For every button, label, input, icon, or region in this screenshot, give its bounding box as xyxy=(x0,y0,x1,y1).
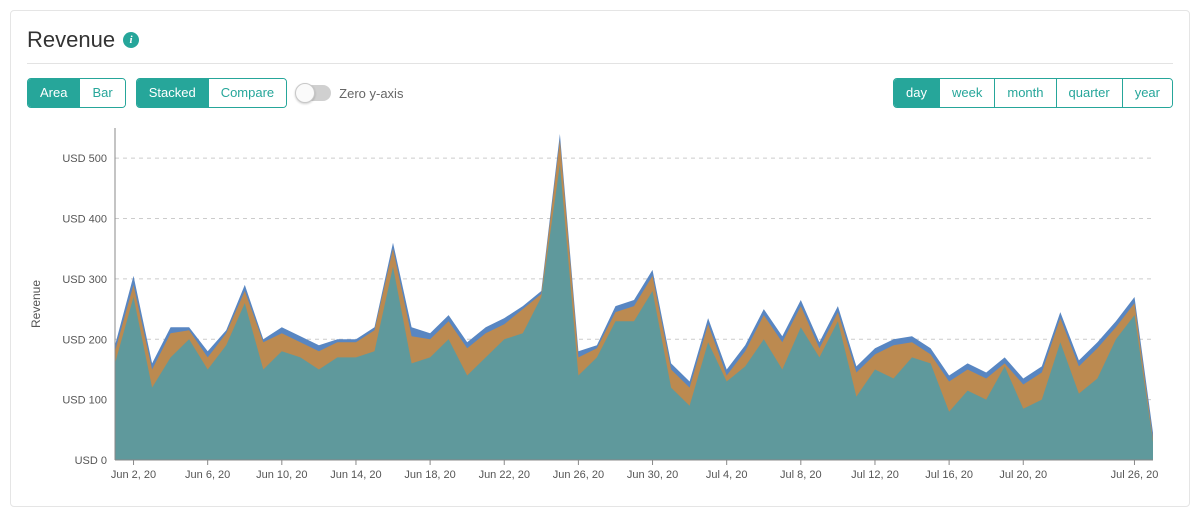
svg-text:Jun 26, 20: Jun 26, 20 xyxy=(553,469,604,481)
revenue-panel: Revenue i Area Bar Stacked Compare Zero … xyxy=(10,10,1190,507)
zero-yaxis-label: Zero y-axis xyxy=(339,86,403,101)
period-toggle: day week month quarter year xyxy=(893,78,1173,108)
period-month[interactable]: month xyxy=(994,79,1055,107)
svg-text:USD 400: USD 400 xyxy=(62,214,107,226)
chart-type-bar[interactable]: Bar xyxy=(79,79,124,107)
svg-text:Jun 14, 20: Jun 14, 20 xyxy=(330,469,381,481)
period-day[interactable]: day xyxy=(894,79,939,107)
switch-track xyxy=(297,85,331,101)
period-quarter[interactable]: quarter xyxy=(1056,79,1122,107)
period-year[interactable]: year xyxy=(1122,79,1172,107)
chart-type-area[interactable]: Area xyxy=(28,79,79,107)
page-title: Revenue xyxy=(27,27,115,53)
svg-text:Jul 4, 20: Jul 4, 20 xyxy=(706,469,748,481)
svg-text:Jun 6, 20: Jun 6, 20 xyxy=(185,469,230,481)
chart-wrap: Revenue USD 0 USD 100 USD 200 USD 300 USD 40… xyxy=(27,114,1173,494)
svg-text:USD 500: USD 500 xyxy=(62,153,107,165)
chart-type-toggle: Area Bar xyxy=(27,78,126,108)
svg-text:Jun 18, 20: Jun 18, 20 xyxy=(404,469,455,481)
zero-yaxis-switch[interactable]: Zero y-axis xyxy=(297,85,403,101)
stack-mode-stacked[interactable]: Stacked xyxy=(137,79,208,107)
svg-text:Jun 10, 20: Jun 10, 20 xyxy=(256,469,307,481)
svg-text:USD 300: USD 300 xyxy=(62,274,107,286)
y-axis-title: Revenue xyxy=(27,114,45,494)
svg-text:Jul 12, 20: Jul 12, 20 xyxy=(851,469,899,481)
svg-text:Jul 20, 20: Jul 20, 20 xyxy=(999,469,1047,481)
period-week[interactable]: week xyxy=(939,79,994,107)
stack-mode-toggle: Stacked Compare xyxy=(136,78,287,108)
svg-text:Jul 16, 20: Jul 16, 20 xyxy=(925,469,973,481)
info-icon[interactable]: i xyxy=(123,32,139,48)
svg-text:Jul 8, 20: Jul 8, 20 xyxy=(780,469,822,481)
svg-text:USD 0: USD 0 xyxy=(75,455,107,467)
chart-container: USD 0 USD 100 USD 200 USD 300 USD 400 USD 500… xyxy=(45,114,1173,494)
svg-text:USD 200: USD 200 xyxy=(62,334,107,346)
svg-text:Jun 2, 20: Jun 2, 20 xyxy=(111,469,156,481)
svg-text:Jun 30, 20: Jun 30, 20 xyxy=(627,469,678,481)
controls-row: Area Bar Stacked Compare Zero y-axis day… xyxy=(27,78,1173,108)
svg-text:USD 100: USD 100 xyxy=(62,395,107,407)
svg-text:Jun 22, 20: Jun 22, 20 xyxy=(479,469,530,481)
svg-text:Jul 26, 20: Jul 26, 20 xyxy=(1111,469,1159,481)
stack-mode-compare[interactable]: Compare xyxy=(208,79,286,107)
revenue-chart: USD 0 USD 100 USD 200 USD 300 USD 400 USD 500… xyxy=(45,114,1165,494)
switch-thumb xyxy=(295,83,315,103)
panel-header: Revenue i xyxy=(27,27,1173,64)
